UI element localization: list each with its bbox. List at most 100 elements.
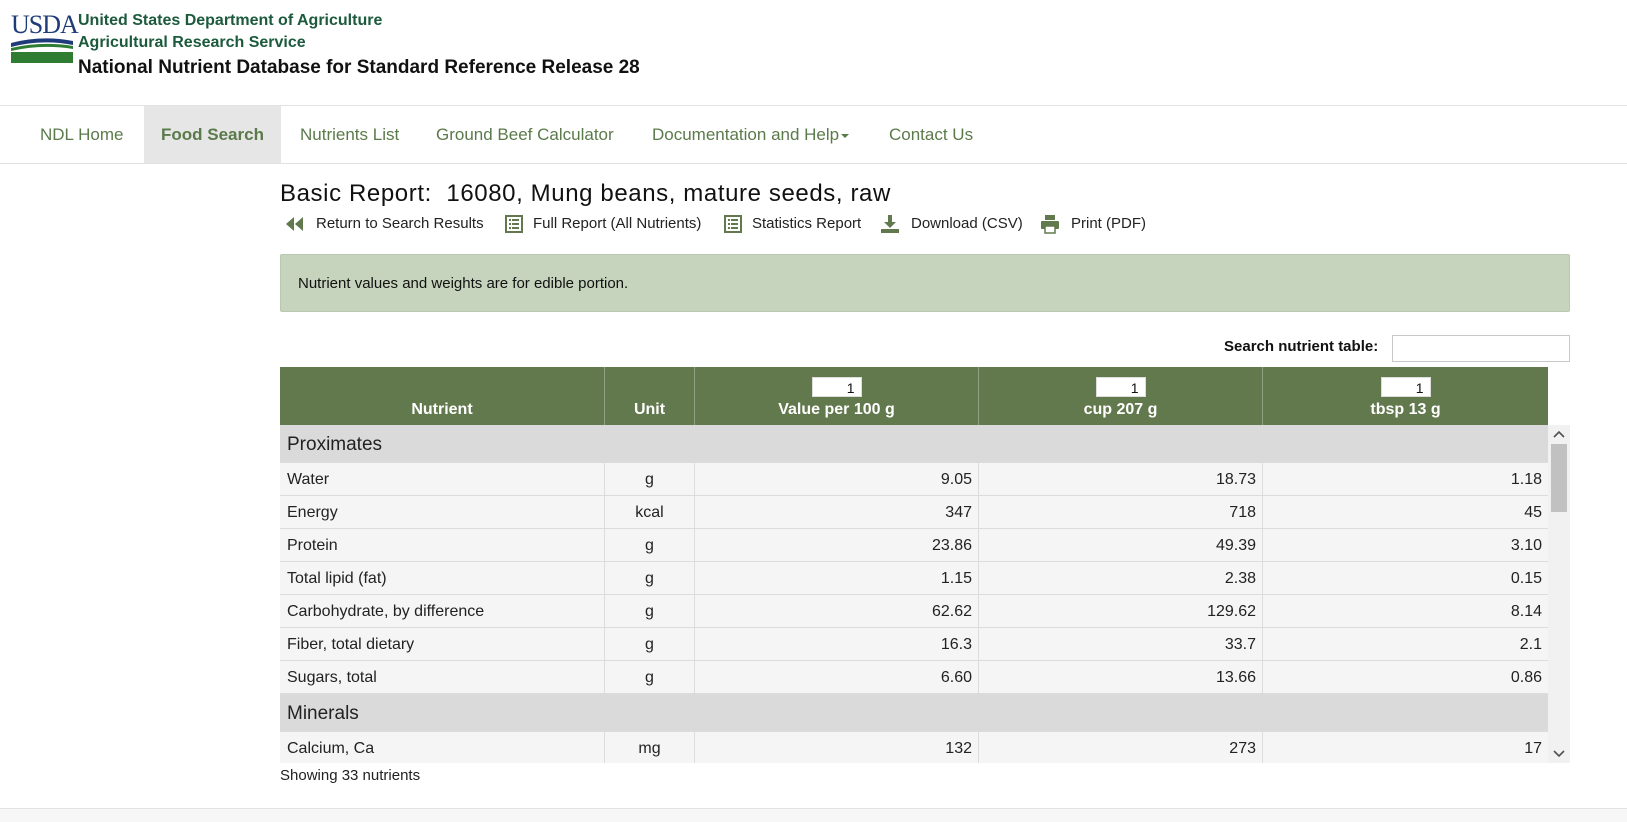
table-row: Fiber, total dietary g 16.3 33.7 2.1 <box>280 628 1548 661</box>
site-header: USDA United States Department of Agricul… <box>0 0 1627 106</box>
nav-contact-us[interactable]: Contact Us <box>872 106 990 163</box>
col-header-unit[interactable]: Unit <box>605 367 695 425</box>
nav-nutrients-list[interactable]: Nutrients List <box>283 106 416 163</box>
per100-cell: 6.60 <box>695 661 979 694</box>
cup-cell: 49.39 <box>979 529 1263 562</box>
table-scrollbar[interactable] <box>1548 425 1570 763</box>
statistics-report-label: Statistics Report <box>752 215 862 232</box>
per100-cell: 16.3 <box>695 628 979 661</box>
page-footer-divider <box>0 808 1627 822</box>
full-report-label: Full Report (All Nutrients) <box>533 215 702 232</box>
col-per100-label: Value per 100 g <box>778 401 895 418</box>
tbsp-cell: 1.18 <box>1510 471 1542 488</box>
per100-cell: 1.15 <box>695 562 979 595</box>
per100-cell: 62.62 <box>695 595 979 628</box>
tbsp-cell: 45 <box>1524 504 1542 521</box>
logo-fields-graphic <box>11 38 73 63</box>
tbsp-cell: 8.14 <box>1510 603 1542 620</box>
unit-cell: mg <box>605 732 695 763</box>
col-nutrient-label: Nutrient <box>411 401 473 418</box>
nav-documentation-help[interactable]: Documentation and Help <box>635 106 866 163</box>
search-label: Search nutrient table: <box>1224 338 1379 355</box>
usda-logo[interactable]: USDA <box>11 11 79 63</box>
tbsp-cell: 2.1 <box>1519 636 1542 653</box>
unit-cell: g <box>605 463 695 496</box>
per100-cell: 23.86 <box>695 529 979 562</box>
table-row: Carbohydrate, by difference g 62.62 129.… <box>280 595 1548 628</box>
nutrient-count: Showing 33 nutrients <box>280 767 421 784</box>
tbsp-cell: 17 <box>1524 740 1542 757</box>
col-header-nutrient[interactable]: Nutrient <box>280 367 605 425</box>
tbsp-cell: 0.86 <box>1510 669 1542 686</box>
col-header-tbsp[interactable]: 1 tbsp 13 g <box>1263 367 1548 425</box>
nav-food-search[interactable]: Food Search <box>144 106 281 163</box>
nav-documentation-label: Documentation and Help <box>652 125 840 144</box>
per100-cell: 347 <box>695 496 979 529</box>
cup-cell: 129.62 <box>979 595 1263 628</box>
edible-portion-notice: Nutrient values and weights are for edib… <box>280 254 1570 312</box>
nutrient-cell: Water <box>280 463 605 496</box>
nutrient-cell: Calcium, Ca <box>280 732 605 763</box>
cup-cell: 13.66 <box>979 661 1263 694</box>
unit-cell: g <box>605 661 695 694</box>
unit-cell: g <box>605 562 695 595</box>
printer-icon <box>1041 215 1059 234</box>
nutrient-cell: Sugars, total <box>280 661 605 694</box>
rewind-icon <box>286 217 303 231</box>
nutrient-cell: Carbohydrate, by difference <box>280 595 605 628</box>
download-icon <box>881 215 899 233</box>
list-icon <box>724 215 742 233</box>
cup-cell: 18.73 <box>979 463 1263 496</box>
nutrient-cell: Fiber, total dietary <box>280 628 605 661</box>
scroll-down-icon[interactable] <box>1548 745 1570 763</box>
col-cup-label: cup 207 g <box>1083 401 1158 418</box>
table-row: Sugars, total g 6.60 13.66 0.86 <box>280 661 1548 694</box>
agency-service-name: Agricultural Research Service <box>78 34 306 51</box>
cup-cell: 718 <box>979 496 1263 529</box>
caret-down-icon <box>841 133 850 138</box>
table-row: Calcium, Ca mg 132 273 17 <box>280 732 1548 763</box>
nutrient-cell: Total lipid (fat) <box>280 562 605 595</box>
print-pdf-label: Print (PDF) <box>1071 215 1146 232</box>
col-unit-label: Unit <box>633 401 666 418</box>
unit-cell: g <box>605 529 695 562</box>
list-icon <box>505 215 523 233</box>
per100-qty-input[interactable]: 1 <box>811 377 862 397</box>
tbsp-cell: 0.15 <box>1510 570 1542 587</box>
main-nav: NDL Home Food Search Nutrients List Grou… <box>0 106 1627 164</box>
unit-cell: g <box>605 628 695 661</box>
table-row: Total lipid (fat) g 1.15 2.38 0.15 <box>280 562 1548 595</box>
unit-cell: kcal <box>605 496 695 529</box>
table-row: Protein g 23.86 49.39 3.10 <box>280 529 1548 562</box>
return-to-search-label: Return to Search Results <box>316 215 484 232</box>
group-row-proximates: Proximates <box>280 425 1548 463</box>
table-row: Water g 9.05 18.73 1.18 <box>280 463 1548 496</box>
unit-cell: g <box>605 595 695 628</box>
search-nutrient-input[interactable] <box>1392 335 1570 362</box>
col-header-cup[interactable]: 1 cup 207 g <box>979 367 1263 425</box>
group-row-minerals: Minerals <box>280 694 1548 732</box>
table-header: Nutrient Unit 1 Value per 100 g 1 cup 20… <box>280 367 1548 425</box>
cup-qty-input[interactable]: 1 <box>1095 377 1146 397</box>
cup-cell: 2.38 <box>979 562 1263 595</box>
agency-name: United States Department of Agriculture <box>78 12 383 29</box>
nutrient-cell: Energy <box>280 496 605 529</box>
group-label: Proximates <box>287 434 383 455</box>
logo-text: USDA <box>11 10 79 39</box>
col-tbsp-label: tbsp 13 g <box>1370 401 1441 418</box>
cup-cell: 273 <box>979 732 1263 763</box>
download-csv-label: Download (CSV) <box>911 215 1023 232</box>
nav-ndl-home[interactable]: NDL Home <box>23 106 140 163</box>
nutrient-table-body[interactable]: Proximates Water g 9.05 18.73 1.18 Energ… <box>280 425 1548 763</box>
tbsp-qty-input[interactable]: 1 <box>1380 377 1431 397</box>
scroll-up-icon[interactable] <box>1548 425 1570 443</box>
col-header-per100[interactable]: 1 Value per 100 g <box>695 367 979 425</box>
per100-cell: 9.05 <box>695 463 979 496</box>
nav-ground-beef-calculator[interactable]: Ground Beef Calculator <box>419 106 631 163</box>
notice-text: Nutrient values and weights are for edib… <box>298 275 629 292</box>
database-title: National Nutrient Database for Standard … <box>78 57 640 78</box>
nutrient-cell: Protein <box>280 529 605 562</box>
per100-cell: 132 <box>695 732 979 763</box>
scrollbar-thumb[interactable] <box>1551 444 1567 512</box>
table-row: Energy kcal 347 718 45 <box>280 496 1548 529</box>
